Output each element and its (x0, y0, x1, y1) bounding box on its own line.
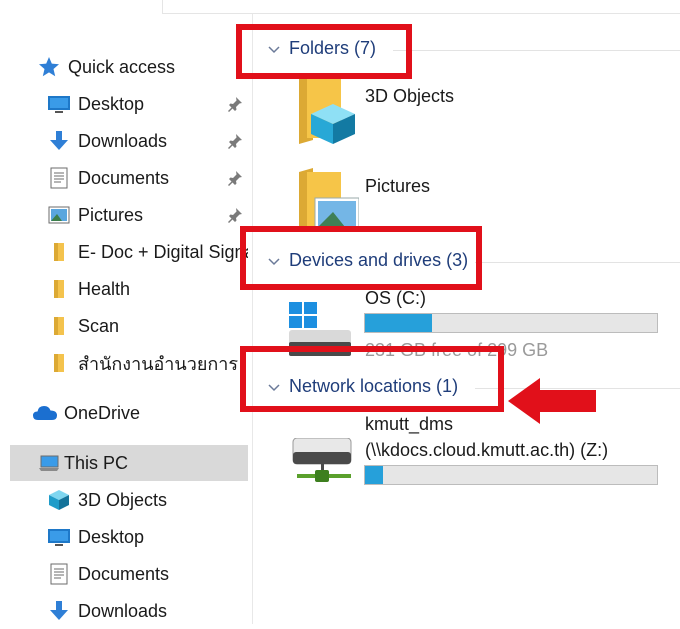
nav-item-label: OneDrive (64, 402, 141, 423)
desktop-icon (46, 91, 72, 117)
nav-item-label: Downloads (78, 130, 168, 151)
nav-item-label: This PC (64, 452, 129, 473)
drive-name: OS (C:) (365, 288, 426, 308)
nav-item-label: E- Doc + Digital Signature (78, 241, 248, 262)
content-pane: Folders (7) 3D Objects Pictures Devices … (253, 14, 680, 624)
document-icon (46, 561, 72, 587)
document-icon (46, 165, 72, 191)
nav-onedrive[interactable]: OneDrive (0, 395, 248, 431)
nav-item-desktop[interactable]: Desktop (0, 86, 248, 122)
nav-item-label: สำนักงานอำนวยการ (78, 353, 239, 374)
computer-icon (36, 450, 62, 476)
cloud-icon (32, 400, 58, 426)
folder-icon (46, 276, 72, 302)
network-drive-name: kmutt_dms (365, 414, 454, 434)
nav-quick-access[interactable]: Quick access (0, 49, 248, 85)
drive-free-space: 231 GB free of 299 GB (365, 340, 549, 360)
group-header-label: Folders (7) (289, 38, 377, 58)
pin-icon (226, 169, 244, 187)
nav-item-label: Documents (78, 167, 170, 188)
network-drive-usage-bar (364, 465, 658, 485)
nav-item-label: Downloads (78, 600, 168, 621)
nav-item-3d-objects[interactable]: 3D Objects (0, 482, 248, 518)
folder-icon (46, 313, 72, 339)
group-header-label: Devices and drives (3) (289, 250, 469, 270)
nav-item-label: Health (78, 278, 131, 299)
group-header-devices[interactable]: Devices and drives (3) (265, 250, 468, 271)
group-divider (393, 50, 680, 51)
nav-item-downloads[interactable]: Downloads (0, 123, 248, 159)
chevron-down-icon (268, 257, 280, 265)
red-arrow-icon (508, 378, 596, 424)
pin-icon (226, 206, 244, 224)
folder-icon (46, 239, 72, 265)
pin-icon (226, 132, 244, 150)
navigation-pane: Quick access Desktop Downloads Documents… (0, 0, 252, 624)
drive-item-os-c[interactable]: OS (C:) 231 GB free of 299 GB (283, 286, 680, 360)
folder-icon (46, 350, 72, 376)
nav-item-documents-pc[interactable]: Documents (0, 556, 248, 592)
chevron-down-icon (268, 45, 280, 53)
drive-usage-bar (364, 313, 658, 333)
download-arrow-icon (46, 128, 72, 154)
folder-name: Pictures (365, 176, 431, 196)
nav-item-label: 3D Objects (78, 489, 168, 510)
folder-item-3d-objects[interactable]: 3D Objects (289, 74, 669, 150)
nav-item-desktop-pc[interactable]: Desktop (0, 519, 248, 555)
nav-item-thai-folder[interactable]: สำนักงานอำนวยการ (0, 345, 248, 381)
nav-item-label: Quick access (68, 56, 176, 77)
nav-item-documents[interactable]: Documents (0, 160, 248, 196)
nav-item-label: Scan (78, 315, 120, 336)
folder-name: 3D Objects (365, 86, 455, 106)
group-header-network[interactable]: Network locations (1) (265, 376, 458, 397)
nav-item-label: Desktop (78, 93, 145, 114)
star-icon (36, 54, 62, 80)
folder-3d-objects-icon (299, 74, 355, 144)
group-header-folders[interactable]: Folders (7) (265, 38, 376, 59)
folder-item-pictures[interactable]: Pictures (289, 164, 669, 230)
pin-icon (226, 95, 244, 113)
nav-item-health[interactable]: Health (0, 271, 248, 307)
cube-icon (46, 487, 72, 513)
nav-item-scan[interactable]: Scan (0, 308, 248, 344)
windows-drive-icon (289, 302, 351, 356)
group-divider (475, 262, 680, 263)
network-drive-usage-fill (365, 466, 383, 484)
nav-item-label: Documents (78, 563, 170, 584)
download-arrow-icon (46, 598, 72, 624)
folder-pictures-icon (299, 168, 359, 230)
group-header-label: Network locations (1) (289, 376, 459, 396)
nav-item-pictures[interactable]: Pictures (0, 197, 248, 233)
nav-item-label: Pictures (78, 204, 144, 225)
nav-item-e-doc[interactable]: E- Doc + Digital Signature (0, 234, 248, 270)
nav-item-label: Desktop (78, 526, 145, 547)
network-item-kmutt-dms[interactable]: kmutt_dms (\\kdocs.cloud.kmutt.ac.th) (Z… (283, 412, 680, 492)
chevron-down-icon (268, 383, 280, 391)
nav-this-pc[interactable]: This PC (10, 445, 248, 481)
pictures-icon (46, 202, 72, 228)
network-drive-path: (\\kdocs.cloud.kmutt.ac.th) (Z:) (365, 440, 609, 460)
desktop-icon (46, 524, 72, 550)
drive-usage-fill (365, 314, 433, 332)
network-drive-icon (292, 438, 352, 482)
